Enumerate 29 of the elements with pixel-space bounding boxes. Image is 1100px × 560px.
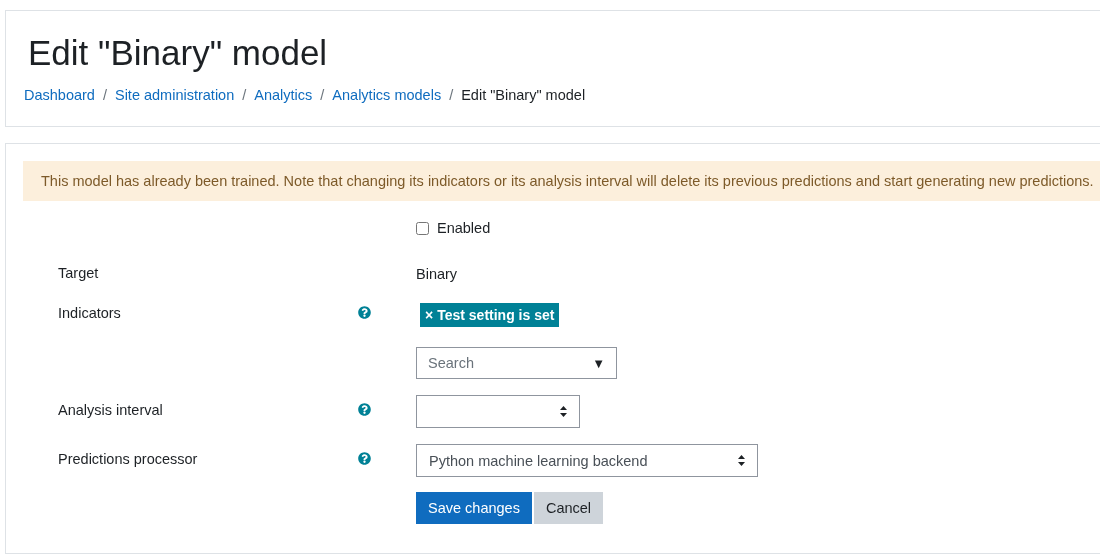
checkbox-label: Enabled bbox=[437, 220, 491, 236]
breadcrumb-link[interactable]: Dashboard bbox=[24, 87, 95, 103]
breadcrumb-separator: / bbox=[449, 87, 454, 103]
help-icon[interactable] bbox=[358, 452, 371, 465]
breadcrumb-current: Edit "Binary" model bbox=[461, 87, 586, 103]
breadcrumb-link[interactable]: Analytics models bbox=[332, 87, 442, 103]
select-field[interactable] bbox=[416, 395, 580, 428]
help-icon[interactable] bbox=[358, 306, 371, 319]
breadcrumb-separator: / bbox=[320, 87, 325, 103]
warning-alert: This model has already been trained. Note that changing its indicators or its analysis interval will delete its previous predictions and start generating new predictions. bbox=[23, 161, 1100, 201]
field-label: Predictions processor bbox=[58, 450, 199, 467]
save-button[interactable]: Save changes bbox=[416, 492, 532, 524]
indicator-tag[interactable]: × Test setting is set bbox=[420, 303, 560, 327]
search-field[interactable]: Search ▼ bbox=[416, 347, 617, 379]
select-arrows-icon bbox=[738, 455, 745, 466]
enabled-checkbox[interactable] bbox=[416, 221, 429, 235]
page-title: Edit "Binary" model bbox=[28, 33, 329, 73]
cancel-button[interactable]: Cancel bbox=[533, 492, 604, 524]
field-label: Indicators bbox=[58, 304, 122, 321]
breadcrumb-separator: / bbox=[102, 87, 107, 103]
field-label: Target bbox=[58, 264, 100, 281]
field-value: Binary bbox=[416, 265, 458, 282]
select-field[interactable]: Python machine learning backend bbox=[416, 444, 758, 477]
select-arrows-icon bbox=[560, 406, 567, 417]
breadcrumb-link[interactable]: Site administration bbox=[114, 87, 235, 103]
field-label: Analysis interval bbox=[58, 401, 164, 418]
help-icon[interactable] bbox=[358, 403, 371, 416]
breadcrumb-separator: / bbox=[242, 87, 247, 103]
breadcrumb-link[interactable]: Analytics bbox=[254, 87, 313, 103]
